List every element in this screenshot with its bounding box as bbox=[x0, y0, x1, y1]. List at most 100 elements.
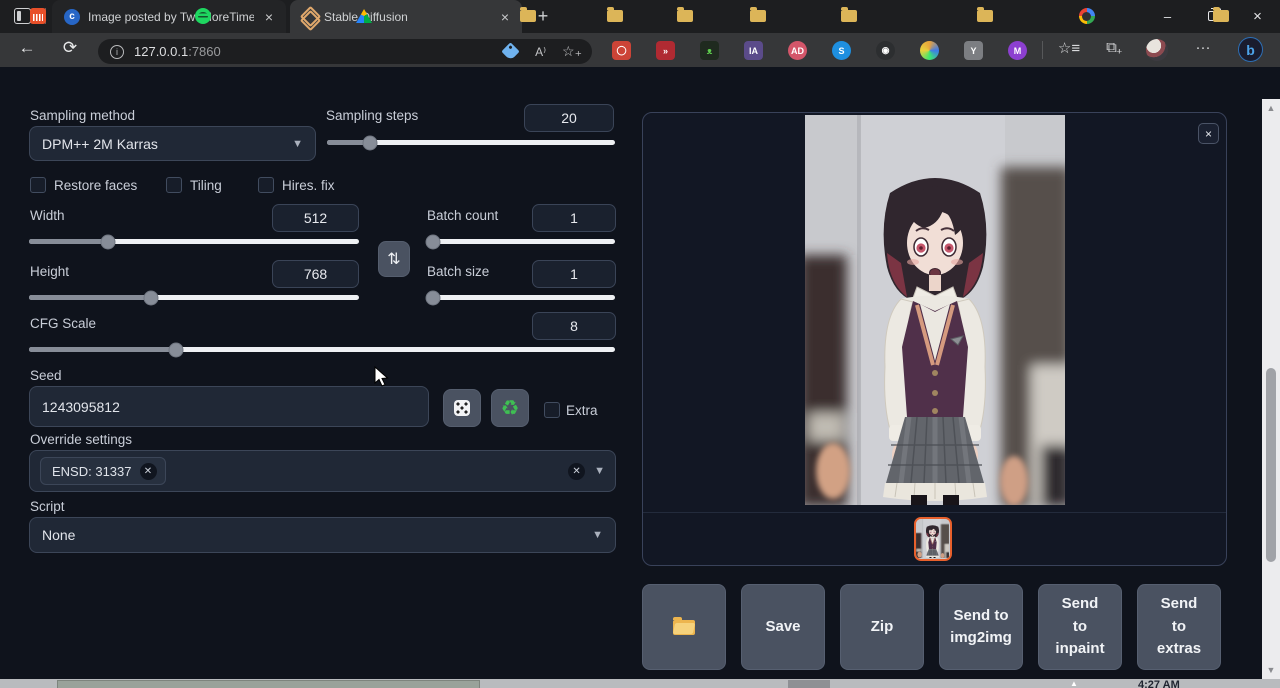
tab-close-icon[interactable]: × bbox=[262, 9, 276, 25]
folder-icon bbox=[520, 10, 536, 22]
batch-size-slider[interactable] bbox=[427, 295, 615, 300]
override-chip-text: ENSD: 31337 bbox=[52, 464, 132, 479]
collections-icon[interactable]: ⧉₊ bbox=[1102, 39, 1126, 56]
back-button[interactable]: ← bbox=[15, 38, 39, 58]
shopping-tag-icon[interactable] bbox=[501, 42, 519, 60]
cfg-scale-label: CFG Scale bbox=[30, 316, 96, 331]
height-slider[interactable] bbox=[29, 295, 359, 300]
batch-count-input[interactable]: 1 bbox=[532, 204, 616, 232]
reuse-seed-button[interactable]: ♻ bbox=[491, 389, 529, 427]
favorites-menu-icon[interactable]: ☆≡ bbox=[1057, 39, 1081, 57]
override-chip[interactable]: ENSD: 31337 ✕ bbox=[40, 457, 166, 485]
swap-dimensions-button[interactable]: ⇅ bbox=[378, 241, 410, 277]
extra-seed-checkbox[interactable] bbox=[544, 402, 560, 418]
slider-fill bbox=[29, 347, 176, 352]
url-text[interactable]: 127.0.0.1:7860 bbox=[134, 44, 494, 59]
profile-avatar[interactable] bbox=[1146, 39, 1168, 61]
save-button[interactable]: Save bbox=[741, 584, 825, 670]
extension-o-icon[interactable]: ◯ bbox=[612, 41, 631, 60]
open-folder-button[interactable] bbox=[642, 584, 726, 670]
slider-knob[interactable] bbox=[101, 234, 116, 249]
override-settings-label: Override settings bbox=[30, 432, 132, 447]
add-favorite-icon[interactable]: ☆₊ bbox=[562, 43, 582, 60]
clear-all-icon[interactable]: ✕ bbox=[568, 463, 585, 480]
browser-tab-inactive[interactable]: c Image posted by TwoMoreTimes × bbox=[52, 0, 286, 33]
gallery-close-button[interactable]: × bbox=[1198, 123, 1219, 144]
send-to-extras-button[interactable]: Send to extras bbox=[1137, 584, 1221, 670]
send-to-inpaint-button[interactable]: Send to inpaint bbox=[1038, 584, 1122, 670]
window-minimize-button[interactable]: – bbox=[1145, 0, 1190, 32]
divider bbox=[1042, 41, 1043, 59]
slider-knob[interactable] bbox=[168, 342, 183, 357]
gallery-thumbnail-selected[interactable] bbox=[914, 517, 952, 561]
chip-remove-icon[interactable]: ✕ bbox=[140, 463, 157, 480]
batch-size-input[interactable]: 1 bbox=[532, 260, 616, 288]
hidden-icons-chevron[interactable]: ▲ bbox=[1070, 679, 1078, 688]
extension-m-icon[interactable]: M bbox=[1008, 41, 1027, 60]
taskbar-search-box[interactable] bbox=[57, 680, 480, 688]
address-bar[interactable]: i 127.0.0.1:7860 A⁾ ☆₊ bbox=[98, 39, 592, 64]
script-dropdown[interactable]: None ▼ bbox=[29, 517, 616, 553]
scroll-up-icon[interactable]: ▲ bbox=[1262, 103, 1280, 113]
hires-fix-checkbox[interactable] bbox=[258, 177, 274, 193]
slider-knob[interactable] bbox=[425, 290, 440, 305]
soundcloud-icon bbox=[30, 8, 46, 24]
extension-globe-icon[interactable] bbox=[920, 41, 939, 60]
batch-count-slider[interactable] bbox=[427, 239, 615, 244]
width-slider[interactable] bbox=[29, 239, 359, 244]
folder-icon bbox=[607, 10, 623, 22]
scrollbar-thumb[interactable] bbox=[1266, 368, 1276, 562]
extension-ia-icon[interactable]: IA bbox=[744, 41, 763, 60]
extension-pin-icon[interactable]: ◉ bbox=[876, 41, 895, 60]
tiling-checkbox[interactable] bbox=[166, 177, 182, 193]
scroll-down-icon[interactable]: ▼ bbox=[1262, 665, 1280, 675]
thumbnail-image bbox=[916, 519, 949, 558]
slider-knob[interactable] bbox=[144, 290, 159, 305]
seed-label: Seed bbox=[30, 368, 62, 383]
recycle-icon: ♻ bbox=[501, 398, 520, 419]
random-seed-button[interactable] bbox=[443, 389, 481, 427]
spotify-icon bbox=[195, 8, 211, 24]
refresh-button[interactable]: ⟳ bbox=[58, 38, 82, 58]
tab-actions-icon[interactable] bbox=[14, 8, 31, 24]
folder-icon bbox=[1213, 10, 1229, 22]
zip-button[interactable]: Zip bbox=[840, 584, 924, 670]
sampling-steps-label: Sampling steps bbox=[326, 108, 418, 123]
restore-faces-checkbox[interactable] bbox=[30, 177, 46, 193]
extension-creature-icon[interactable]: ᴥ bbox=[700, 41, 719, 60]
page-scrollbar[interactable]: ▲ ▼ bbox=[1262, 99, 1280, 679]
site-info-icon[interactable]: i bbox=[110, 45, 124, 59]
folder-icon bbox=[977, 10, 993, 22]
seed-input[interactable]: 1243095812 bbox=[29, 386, 429, 427]
extension-shazam-icon[interactable]: S bbox=[832, 41, 851, 60]
slider-knob[interactable] bbox=[363, 135, 378, 150]
sampling-steps-input[interactable]: 20 bbox=[524, 104, 614, 132]
extension-ad-icon[interactable]: AD bbox=[788, 41, 807, 60]
gradio-favicon-icon bbox=[302, 10, 316, 24]
browser-tab-active[interactable]: Stable Diffusion × bbox=[290, 0, 522, 33]
tab-close-icon[interactable]: × bbox=[498, 9, 512, 25]
send-to-img2img-button[interactable]: Send to img2img bbox=[939, 584, 1023, 670]
chevron-down-icon: ▼ bbox=[594, 465, 605, 477]
chevron-down-icon: ▼ bbox=[592, 529, 603, 541]
height-input[interactable]: 768 bbox=[272, 260, 359, 288]
generated-image[interactable] bbox=[805, 115, 1065, 505]
gallery-actions: Save Zip Send to img2img Send to inpaint… bbox=[642, 584, 1227, 670]
width-input[interactable]: 512 bbox=[272, 204, 359, 232]
bing-discover-icon[interactable]: b bbox=[1238, 37, 1263, 62]
sampling-steps-slider[interactable] bbox=[327, 140, 615, 145]
extension-fast-forward-icon[interactable]: » bbox=[656, 41, 675, 60]
tab-title: Stable Diffusion bbox=[324, 10, 490, 24]
chevron-down-icon: ▼ bbox=[292, 138, 303, 150]
cfg-scale-slider[interactable] bbox=[29, 347, 615, 352]
cfg-scale-input[interactable]: 8 bbox=[532, 312, 616, 340]
taskbar-clock: 4:27 AM bbox=[1138, 679, 1180, 688]
taskbar-app-icon[interactable] bbox=[788, 680, 830, 688]
extension-y-icon[interactable]: Y bbox=[964, 41, 983, 60]
slider-knob[interactable] bbox=[425, 234, 440, 249]
settings-menu-icon[interactable]: ··· bbox=[1191, 39, 1215, 56]
sampling-method-dropdown[interactable]: DPM++ 2M Karras ▼ bbox=[29, 126, 316, 161]
override-settings-box[interactable]: ENSD: 31337 ✕ ✕ ▼ bbox=[29, 450, 616, 492]
read-aloud-icon[interactable]: A⁾ bbox=[535, 45, 546, 59]
window-close-button[interactable]: × bbox=[1235, 0, 1280, 32]
